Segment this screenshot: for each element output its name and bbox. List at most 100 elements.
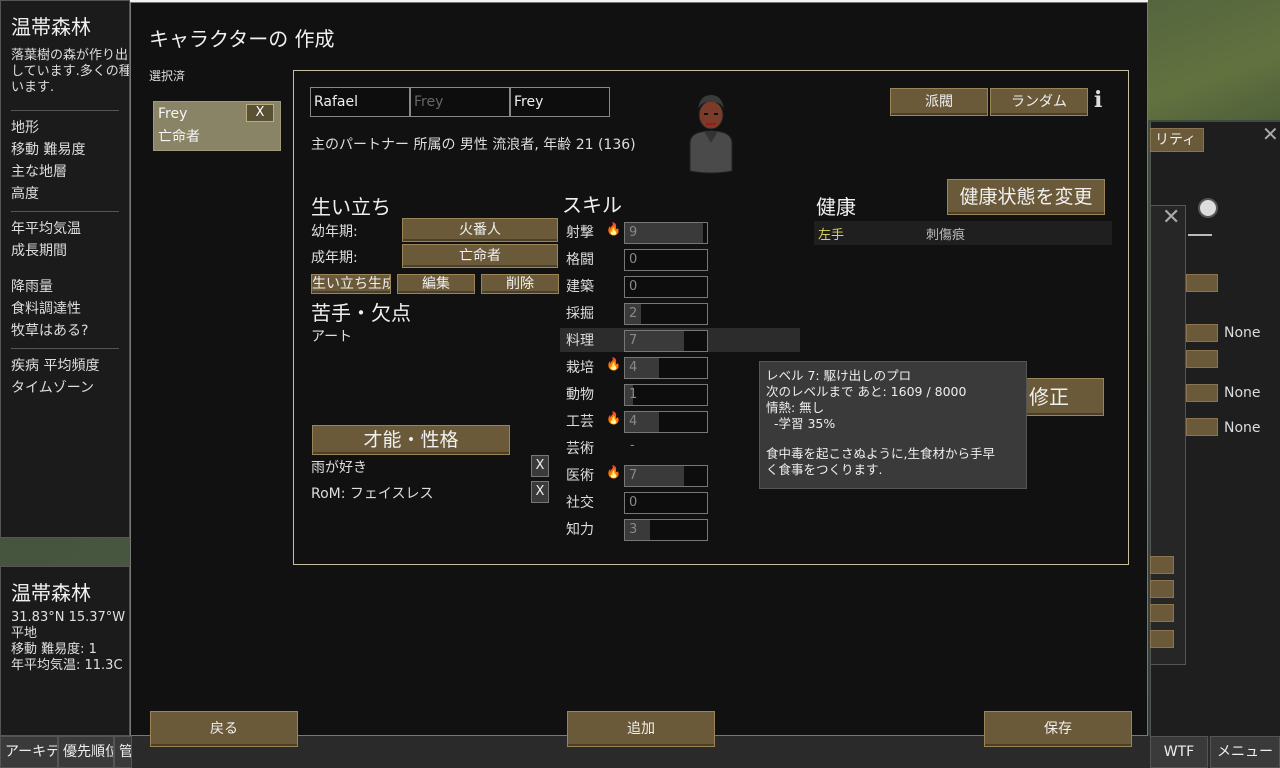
tab-priority[interactable]: 優先順位 [58, 736, 114, 768]
skill-row[interactable]: 採掘 2 [560, 301, 800, 325]
passion-flame-icon: 🔥 [606, 222, 621, 236]
passion-flame-icon: 🔥 [606, 411, 621, 425]
right-panel-button[interactable] [1150, 630, 1174, 648]
info-row: 牧草はある? [11, 323, 89, 339]
skill-level-bar: 7 [624, 330, 708, 352]
right-panel-button[interactable] [1186, 418, 1218, 436]
trait-item: RoM: フェイスレス [311, 486, 434, 502]
traits-header-button[interactable]: 才能・性格 [312, 425, 510, 455]
remove-pawn-button[interactable]: X [246, 104, 274, 122]
right-panel-button[interactable] [1186, 324, 1218, 342]
close-icon[interactable]: ✕ [1262, 122, 1279, 146]
skill-level-number: 7 [629, 468, 638, 483]
faction-button[interactable]: 派閥 [890, 88, 988, 116]
circle-icon[interactable] [1198, 198, 1218, 218]
health-body-part: 左手 [818, 228, 845, 243]
none-label: None [1224, 385, 1261, 401]
adulthood-label: 成年期: [311, 250, 358, 266]
skill-level-number: 1 [629, 387, 638, 402]
selected-label: 選択済 [149, 69, 186, 83]
last-name-input[interactable]: Frey [510, 87, 610, 117]
pawn-portrait [689, 95, 733, 174]
tooltip-line: レベル 7: 駆け出しのプロ [766, 368, 912, 383]
skill-name: 工芸 [566, 414, 594, 430]
desc-line: います. [11, 80, 55, 95]
skill-level-bar: 0 [624, 492, 708, 514]
tile-summary-title: 温帯森林 [11, 581, 91, 605]
health-title: 健康 [816, 195, 856, 219]
nickname-input[interactable]: Frey [410, 87, 510, 117]
tooltip-line: く食事をつくります. [766, 462, 883, 477]
health-entry[interactable]: 左手 刺傷痕 [814, 221, 1112, 245]
tab-menu[interactable]: メニュー [1210, 736, 1280, 768]
back-button[interactable]: 戻る [150, 711, 298, 747]
info-row: 年平均気温 [11, 221, 81, 237]
dialog-title: キャラクターの 作成 [149, 27, 335, 51]
adulthood-backstory-button[interactable]: 亡命者 [402, 244, 558, 268]
add-pawn-button[interactable]: 追加 [567, 711, 715, 747]
passion-flame-icon: 🔥 [606, 465, 621, 479]
skill-row[interactable]: 射撃 🔥 9 [560, 220, 800, 244]
close-icon[interactable]: ✕ [1162, 205, 1180, 230]
tooltip-line: -学習 35% [774, 416, 836, 431]
backstory-title: 生い立ち [311, 195, 391, 219]
skill-row[interactable]: 知力 3 [560, 517, 800, 541]
info-icon[interactable]: i [1094, 87, 1102, 113]
divider [11, 348, 119, 349]
tab-wtf[interactable]: WTF [1150, 736, 1208, 768]
save-button[interactable]: 保存 [984, 711, 1132, 747]
tile-temp: 年平均気温: 11.3C [11, 658, 123, 673]
randomize-button[interactable]: ランダム [990, 88, 1088, 116]
skill-name: 建築 [566, 279, 594, 295]
divider [11, 110, 119, 111]
tile-info-panel: 温帯森林 落葉樹の森が作り出 しています.多くの種 います. 地形 移動 難易度… [0, 0, 130, 538]
skill-name: 動物 [566, 387, 594, 403]
skill-level-number: 7 [629, 333, 638, 348]
skill-row[interactable]: 社交 0 [560, 490, 800, 514]
divider [11, 211, 119, 212]
right-panel-tab[interactable]: リティ [1150, 128, 1204, 152]
skill-level-number: 0 [629, 495, 638, 510]
skill-level-bar: 0 [624, 276, 708, 298]
skill-row[interactable]: 料理 7 [560, 328, 800, 352]
passion-flame-icon: 🔥 [606, 357, 621, 371]
generate-backstory-button[interactable]: 生い立ち生成 [311, 274, 391, 294]
info-row: タイムゾーン [11, 380, 95, 396]
desc-line: 落葉樹の森が作り出 [11, 48, 129, 63]
tooltip-line: 次のレベルまで あと: 1609 / 8000 [766, 384, 967, 399]
childhood-backstory-button[interactable]: 火番人 [402, 218, 558, 242]
skill-name: 知力 [566, 522, 594, 538]
skill-level-number: 2 [629, 306, 638, 321]
first-name-input[interactable]: Rafael [310, 87, 410, 117]
none-label: None [1224, 420, 1261, 436]
trait-item: 雨が好き [311, 460, 367, 476]
pawn-card-role: 亡命者 [158, 129, 200, 145]
skill-disabled-mark: - [630, 438, 635, 453]
right-panel-button[interactable] [1186, 274, 1218, 292]
right-panel-button[interactable] [1186, 384, 1218, 402]
right-panel-button[interactable] [1186, 350, 1218, 368]
info-row: 食料調達性 [11, 301, 81, 317]
right-panel-button[interactable] [1150, 556, 1174, 574]
skill-row[interactable]: 建築 0 [560, 274, 800, 298]
fix-button[interactable]: 修正 [1024, 378, 1104, 416]
info-row: 高度 [11, 186, 39, 202]
skill-tooltip: レベル 7: 駆け出しのプロ 次のレベルまで あと: 1609 / 8000 情… [759, 361, 1027, 489]
remove-trait-button[interactable]: X [531, 455, 549, 477]
tab-manage[interactable]: 管 [114, 736, 132, 768]
edit-backstory-button[interactable]: 編集 [397, 274, 475, 294]
delete-backstory-button[interactable]: 削除 [481, 274, 559, 294]
tile-biome-title: 温帯森林 [11, 15, 91, 39]
skill-name: 格闘 [566, 252, 594, 268]
remove-trait-button[interactable]: X [531, 481, 549, 503]
skill-level-bar: 1 [624, 384, 708, 406]
right-panel-button[interactable] [1150, 604, 1174, 622]
character-creation-dialog: キャラクターの 作成 選択済 Frey 亡命者 X Rafael Frey Fr… [130, 2, 1148, 747]
pawn-card[interactable]: Frey 亡命者 X [153, 101, 281, 151]
change-health-button[interactable]: 健康状態を変更 [947, 179, 1105, 215]
skill-row[interactable]: 格闘 0 [560, 247, 800, 271]
tab-architect[interactable]: アーキテク [0, 736, 58, 768]
pawn-editor-panel: Rafael Frey Frey 派閥 ランダム i 主のパートナー 所属の 男… [293, 70, 1129, 565]
right-panel-button[interactable] [1150, 580, 1174, 598]
tile-movement: 移動 難易度: 1 [11, 642, 97, 657]
